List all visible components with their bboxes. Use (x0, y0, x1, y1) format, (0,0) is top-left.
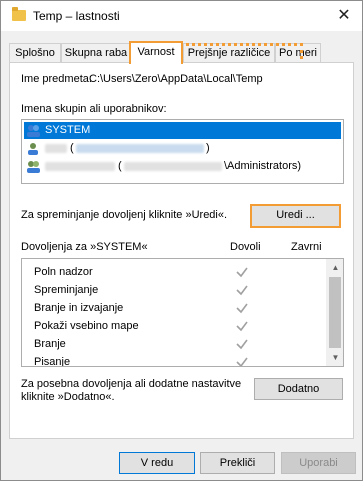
check-icon (236, 285, 248, 296)
permission-row: Poln nadzor (22, 263, 325, 281)
tab-general[interactable]: Splošno (9, 43, 61, 63)
redacted-email (76, 144, 204, 153)
check-icon (236, 321, 248, 332)
list-item-label: ( (118, 160, 122, 172)
permission-name: Pisanje (34, 356, 71, 367)
redacted-name (45, 144, 67, 153)
ok-button[interactable]: V redu (119, 452, 195, 474)
permission-name: Branje (34, 338, 66, 350)
edit-hint: Za spreminjanje dovoljenj kliknite »Ured… (21, 209, 228, 221)
tab-sharing[interactable]: Skupna raba (61, 43, 131, 63)
permission-row: Branje (22, 335, 325, 353)
permissions-for-label: Dovoljenja za »SYSTEM« (21, 241, 148, 253)
permission-name: Spreminjanje (34, 284, 99, 296)
permission-row: Pisanje (22, 353, 325, 367)
highlight-connector (175, 43, 303, 46)
check-icon (236, 357, 248, 366)
object-name-label: Ime predmeta: (21, 73, 92, 85)
advanced-hint-line2: kliknite »Dodatno«. (21, 391, 115, 403)
list-item-label-end: \Administrators) (224, 160, 302, 172)
redacted-domain (124, 162, 222, 171)
check-icon (236, 339, 248, 350)
edit-button[interactable]: Uredi ... (250, 204, 341, 228)
allow-column-header: Dovoli (230, 241, 261, 253)
deny-column-header: Zavrni (291, 241, 322, 253)
user-icon (28, 143, 38, 155)
tab-custom[interactable]: Po meri (275, 43, 321, 63)
list-item-label: ( (70, 142, 74, 154)
object-name-value: C:\Users\Zero\AppData\Local\Temp (89, 73, 263, 85)
user-group-icon (27, 125, 40, 137)
permission-row: Spreminjanje (22, 281, 325, 299)
groups-label: Imena skupin ali uporabnikov: (21, 103, 167, 115)
security-panel: Ime predmeta: C:\Users\Zero\AppData\Loca… (9, 62, 354, 439)
advanced-button[interactable]: Dodatno (254, 378, 343, 400)
groups-list[interactable]: SYSTEM ( ) ( \Administrators) (21, 119, 344, 184)
tab-previous-versions[interactable]: Prejšnje različice (183, 43, 275, 63)
permission-name: Poln nadzor (34, 266, 93, 278)
apply-button[interactable]: Uporabi (281, 452, 356, 474)
scroll-down-icon[interactable]: ▼ (327, 349, 343, 366)
close-icon[interactable]: ✕ (332, 5, 356, 27)
tab-security[interactable]: Varnost (129, 41, 183, 64)
scroll-up-icon[interactable]: ▲ (327, 259, 343, 276)
permission-row: Pokaži vsebino mape (22, 317, 325, 335)
folder-icon (12, 7, 26, 21)
list-item-label: SYSTEM (45, 124, 91, 136)
permission-row: Branje in izvajanje (22, 299, 325, 317)
check-icon (236, 303, 248, 314)
list-item-admins[interactable]: ( \Administrators) (24, 158, 341, 175)
advanced-hint-line1: Za posebna dovoljenja ali dodatne nastav… (21, 378, 242, 390)
redacted-computer-name (45, 162, 115, 171)
permissions-scrollbar[interactable]: ▲ ▼ (326, 259, 343, 366)
permissions-list: Poln nadzor Spreminjanje Branje in izvaj… (21, 258, 344, 367)
permission-name: Pokaži vsebino mape (34, 320, 139, 332)
scroll-thumb[interactable] (329, 277, 341, 348)
user-group-icon (27, 161, 40, 173)
title-bar: Temp – lastnosti ✕ (1, 1, 362, 31)
cancel-button[interactable]: Prekliči (200, 452, 275, 474)
list-item-user[interactable]: ( ) (24, 140, 341, 157)
permission-name: Branje in izvajanje (34, 302, 124, 314)
list-item-system[interactable]: SYSTEM (24, 122, 341, 139)
list-item-label-end: ) (206, 142, 210, 154)
window-title: Temp – lastnosti (33, 9, 120, 23)
check-icon (236, 267, 248, 278)
properties-window: Temp – lastnosti ✕ Splošno Skupna raba V… (0, 0, 363, 481)
